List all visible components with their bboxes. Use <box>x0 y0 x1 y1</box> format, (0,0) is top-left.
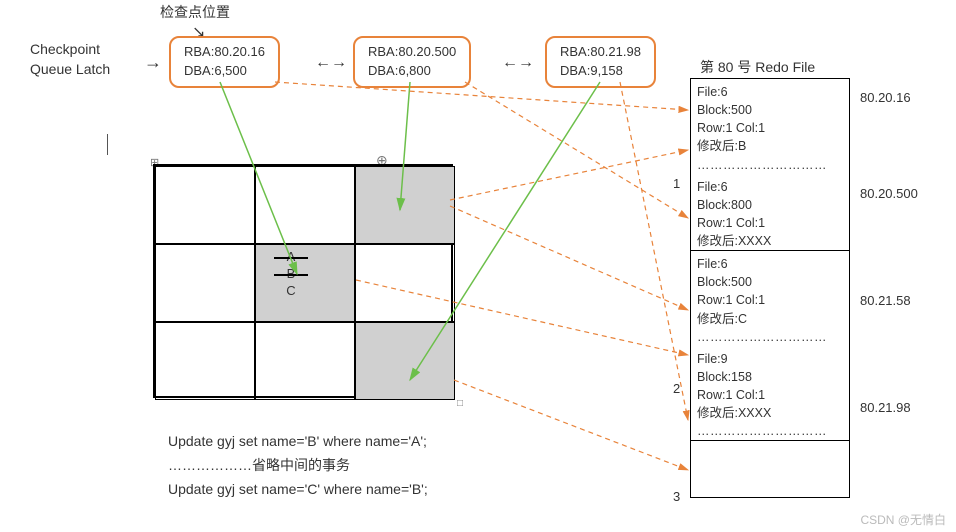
grid-cell <box>255 166 355 244</box>
redo-file-field: File:9 <box>697 350 843 368</box>
grid-cell-shaded <box>355 322 455 400</box>
strikethrough-icon <box>274 257 308 259</box>
strikethrough-icon <box>274 274 308 276</box>
redo-block-field: Block:158 <box>697 368 843 386</box>
redo-after-field: 修改后:C <box>697 310 843 328</box>
side-rba-label: 80.20.500 <box>860 186 918 201</box>
link-arrow-icon: ←→ <box>315 54 347 72</box>
sql-line: ………………省略中间的事务 <box>168 454 428 478</box>
queue-node-dba: DBA:6,800 <box>368 62 456 81</box>
side-index-label: 2 <box>673 381 680 396</box>
redo-file-field: File:6 <box>697 255 843 273</box>
redo-after-field: 修改后:XXXX <box>697 404 843 422</box>
side-rba-label: 80.21.58 <box>860 293 911 308</box>
redo-row-field: Row:1 Col:1 <box>697 119 843 137</box>
watermark: CSDN @无情白 <box>860 511 946 528</box>
queue-node-3: RBA:80.21.98 DBA:9,158 <box>545 36 656 88</box>
sql-line: Update gyj set name='B' where name='A'; <box>168 430 428 454</box>
redo-after-field: 修改后:XXXX <box>697 232 843 250</box>
resize-handle-icon: □ <box>457 398 463 409</box>
side-rba-label: 80.21.98 <box>860 400 911 415</box>
grid-cell <box>155 244 255 322</box>
redo-block-field: Block:800 <box>697 196 843 214</box>
redo-file-title: 第 80 号 Redo File <box>700 57 815 77</box>
redo-file-box: File:6 Block:500 Row:1 Col:1 修改后:B ……………… <box>690 78 850 498</box>
sql-line: Update gyj set name='C' where name='B'; <box>168 478 428 502</box>
grid-cell <box>355 244 455 322</box>
redo-dots: ………………………… <box>697 328 843 346</box>
redo-file-field: File:6 <box>697 178 843 196</box>
queue-node-dba: DBA:9,158 <box>560 62 641 81</box>
arrow-to-first-icon: → <box>144 52 162 73</box>
redo-block-field: Block:500 <box>697 101 843 119</box>
queue-latch-label: Checkpoint Queue Latch <box>30 40 110 79</box>
redo-after-field: 修改后:B <box>697 137 843 155</box>
redo-row-field: Row:1 Col:1 <box>697 214 843 232</box>
grid-cell <box>155 166 255 244</box>
redo-row-field: Row:1 Col:1 <box>697 386 843 404</box>
side-index-label: 1 <box>673 176 680 191</box>
side-rba-label: 80.20.16 <box>860 90 911 105</box>
redo-entry: File:9 Block:158 Row:1 Col:1 修改后:XXXX ……… <box>691 346 849 441</box>
queue-node-2: RBA:80.20.500 DBA:6,800 <box>353 36 471 88</box>
separator-icon <box>691 440 849 441</box>
redo-dots: ………………………… <box>697 422 843 440</box>
left-label-l2: Queue Latch <box>30 61 110 77</box>
redo-entry: File:6 Block:500 Row:1 Col:1 修改后:C ……………… <box>691 251 849 346</box>
queue-node-1: RBA:80.20.16 DBA:6,500 <box>169 36 280 88</box>
queue-node-rba: RBA:80.21.98 <box>560 43 641 62</box>
queue-node-rba: RBA:80.20.16 <box>184 43 265 62</box>
redo-entry: File:6 Block:800 Row:1 Col:1 修改后:XXXX <box>691 174 849 251</box>
redo-entry: File:6 Block:500 Row:1 Col:1 修改后:B ……………… <box>691 79 849 174</box>
grid-cell <box>155 322 255 400</box>
text-caret-icon <box>107 134 108 155</box>
redo-block-field: Block:500 <box>697 273 843 291</box>
queue-node-dba: DBA:6,500 <box>184 62 265 81</box>
redo-row-field: Row:1 Col:1 <box>697 291 843 309</box>
letter-c: C <box>281 283 301 300</box>
queue-node-rba: RBA:80.20.500 <box>368 43 456 62</box>
buffer-grid <box>153 164 453 398</box>
redo-dots: ………………………… <box>697 156 843 174</box>
left-label-l1: Checkpoint <box>30 41 100 57</box>
redo-file-field: File:6 <box>697 83 843 101</box>
checkpoint-label: 检查点位置 <box>160 2 230 22</box>
grid-cell <box>255 322 355 400</box>
side-index-label: 3 <box>673 489 680 504</box>
link-arrow-icon: ←→ <box>502 54 534 72</box>
grid-cell-center <box>255 244 355 322</box>
grid-cell-shaded <box>355 166 455 244</box>
sql-statements: Update gyj set name='B' where name='A'; … <box>168 430 428 501</box>
